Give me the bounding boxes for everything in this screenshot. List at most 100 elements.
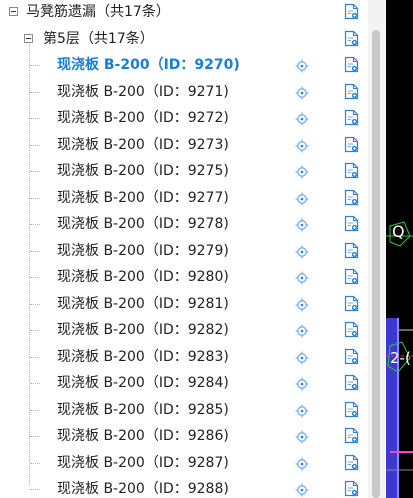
tree-connector-line xyxy=(30,277,40,278)
slab-item-label: 现浇板 B-200（ID：9286) xyxy=(57,428,229,444)
report-document-icon[interactable] xyxy=(344,3,359,20)
report-document-icon[interactable] xyxy=(344,295,359,312)
slab-item-label: 现浇板 B-200（ID：9270) xyxy=(57,57,240,73)
tree-connector-line xyxy=(30,409,40,411)
report-document-icon[interactable] xyxy=(344,427,359,444)
report-document-icon[interactable] xyxy=(344,215,359,232)
tree-connector-line xyxy=(30,462,40,464)
report-document-icon[interactable] xyxy=(344,242,359,259)
locate-crosshair-icon[interactable] xyxy=(295,138,309,152)
locate-crosshair-icon[interactable] xyxy=(295,111,309,126)
slab-item-label: 现浇板 B-200（ID：9281) xyxy=(57,295,229,312)
tree-item-row[interactable]: 现浇板 B-200（ID：9270) xyxy=(0,52,368,79)
report-document-icon[interactable] xyxy=(344,30,359,47)
slab-item-label: 现浇板 B-200（ID：9284) xyxy=(57,375,229,391)
tree-connector-line xyxy=(30,197,40,199)
report-document-icon[interactable] xyxy=(344,268,359,285)
slab-item-label: 现浇板 B-200（ID：9280) xyxy=(57,269,229,285)
locate-crosshair-icon[interactable] xyxy=(295,85,309,99)
report-document-icon[interactable] xyxy=(344,454,359,471)
report-document-icon[interactable] xyxy=(344,162,359,179)
tree-item-row[interactable]: 现浇板 B-200（ID：9277) xyxy=(0,185,368,212)
locate-crosshair-icon[interactable] xyxy=(295,323,309,338)
tree-item-row[interactable]: 现浇板 B-200（ID：9287) xyxy=(0,450,368,477)
cad-axis-label-2: 2-( xyxy=(390,349,411,367)
tree-item-row[interactable]: 现浇板 B-200（ID：9283) xyxy=(0,344,368,371)
report-document-icon[interactable] xyxy=(344,480,359,497)
report-document-icon[interactable] xyxy=(344,321,359,338)
report-document-icon[interactable] xyxy=(344,56,359,73)
slab-item-label: 现浇板 B-200（ID：9271) xyxy=(57,83,229,100)
slab-item-label: 现浇板 B-200（ID：9273) xyxy=(57,136,229,153)
slab-item-label: 现浇板 B-200（ID：9288) xyxy=(57,481,229,497)
slab-item-label: 现浇板 B-200（ID：9283) xyxy=(57,348,229,365)
locate-crosshair-icon[interactable] xyxy=(295,429,309,444)
slab-item-label: 现浇板 B-200（ID：9275) xyxy=(57,163,229,179)
tree-connector-line xyxy=(30,303,40,305)
locate-crosshair-icon[interactable] xyxy=(295,482,309,497)
tree-node-floor[interactable]: 第5层（共17条） xyxy=(0,26,368,53)
locate-crosshair-icon[interactable] xyxy=(295,164,309,179)
tree-connector-line xyxy=(30,436,40,437)
cad-drawing-canvas[interactable]: Q 2-( xyxy=(386,0,413,498)
tree-connector-line xyxy=(30,489,40,490)
locate-crosshair-icon[interactable] xyxy=(295,403,309,417)
locate-crosshair-icon[interactable] xyxy=(295,58,309,73)
tree-item-row[interactable]: 现浇板 B-200（ID：9272) xyxy=(0,105,368,132)
locate-crosshair-icon[interactable] xyxy=(295,297,309,311)
cad-drawing-graphics xyxy=(386,221,413,498)
report-document-icon[interactable] xyxy=(344,401,359,418)
collapse-toggle-icon[interactable] xyxy=(24,33,33,43)
slab-item-label: 现浇板 B-200（ID：9278) xyxy=(57,216,229,232)
floor-node-label: 第5层（共17条） xyxy=(43,30,154,47)
report-document-icon[interactable] xyxy=(344,109,359,126)
report-document-icon[interactable] xyxy=(344,348,359,365)
root-node-label: 马凳筋遗漏（共17条） xyxy=(26,4,170,20)
tree-connector-line xyxy=(30,250,40,252)
report-document-icon[interactable] xyxy=(344,136,359,153)
tree-connector-line xyxy=(30,91,40,93)
locate-crosshair-icon[interactable] xyxy=(295,217,309,232)
locate-crosshair-icon[interactable] xyxy=(295,270,309,285)
slab-item-label: 现浇板 B-200（ID：9282) xyxy=(57,322,229,338)
tree-connector-line xyxy=(30,118,40,119)
tree-item-row[interactable]: 现浇板 B-200（ID：9284) xyxy=(0,370,368,397)
issue-tree-panel: 马凳筋遗漏（共17条） 第5层（共17条） 现浇板 B-200（ID：9270) 现浇… xyxy=(0,0,385,498)
locate-crosshair-icon[interactable] xyxy=(295,376,309,391)
locate-crosshair-icon[interactable] xyxy=(295,456,309,470)
locate-crosshair-icon[interactable] xyxy=(295,350,309,364)
tree-item-row[interactable]: 现浇板 B-200（ID：9286) xyxy=(0,423,368,450)
tree-connector-line xyxy=(30,356,40,358)
tree-scrollbar[interactable] xyxy=(368,0,385,498)
tree-item-row[interactable]: 现浇板 B-200（ID：9278) xyxy=(0,211,368,238)
locate-crosshair-icon[interactable] xyxy=(295,191,309,205)
tree-connector-line xyxy=(30,224,40,225)
locate-crosshair-icon[interactable] xyxy=(295,244,309,258)
tree-connector-line xyxy=(30,171,40,172)
tree-connector-line xyxy=(30,330,40,331)
tree-item-row[interactable]: 现浇板 B-200（ID：9280) xyxy=(0,264,368,291)
report-document-icon[interactable] xyxy=(344,189,359,206)
cad-axis-label-q: Q xyxy=(392,222,405,241)
cad-blue-region-edge xyxy=(397,318,399,498)
slab-item-label: 现浇板 B-200（ID：9285) xyxy=(57,401,229,418)
slab-item-label: 现浇板 B-200（ID：9277) xyxy=(57,189,229,206)
tree-item-row[interactable]: 现浇板 B-200（ID：9279) xyxy=(0,238,368,265)
tree-item-row[interactable]: 现浇板 B-200（ID：9281) xyxy=(0,291,368,318)
tree-connector-line xyxy=(30,65,40,66)
report-document-icon[interactable] xyxy=(344,83,359,100)
scrollbar-thumb[interactable] xyxy=(372,30,380,498)
tree-item-row[interactable]: 现浇板 B-200（ID：9275) xyxy=(0,158,368,185)
tree-item-row[interactable]: 现浇板 B-200（ID：9282) xyxy=(0,317,368,344)
tree-item-row[interactable]: 现浇板 B-200（ID：9288) xyxy=(0,476,368,498)
report-document-icon[interactable] xyxy=(344,374,359,391)
tree-connector-line xyxy=(30,383,40,384)
tree-item-row[interactable]: 现浇板 B-200（ID：9271) xyxy=(0,79,368,106)
collapse-toggle-icon[interactable] xyxy=(9,7,18,16)
tree-node-root[interactable]: 马凳筋遗漏（共17条） xyxy=(0,0,368,26)
tree-item-row[interactable]: 现浇板 B-200（ID：9273) xyxy=(0,132,368,159)
slab-item-label: 现浇板 B-200（ID：9272) xyxy=(57,110,229,126)
slab-item-label: 现浇板 B-200（ID：9279) xyxy=(57,242,229,259)
tree-item-row[interactable]: 现浇板 B-200（ID：9285) xyxy=(0,397,368,424)
tree-connector-line xyxy=(30,144,40,146)
